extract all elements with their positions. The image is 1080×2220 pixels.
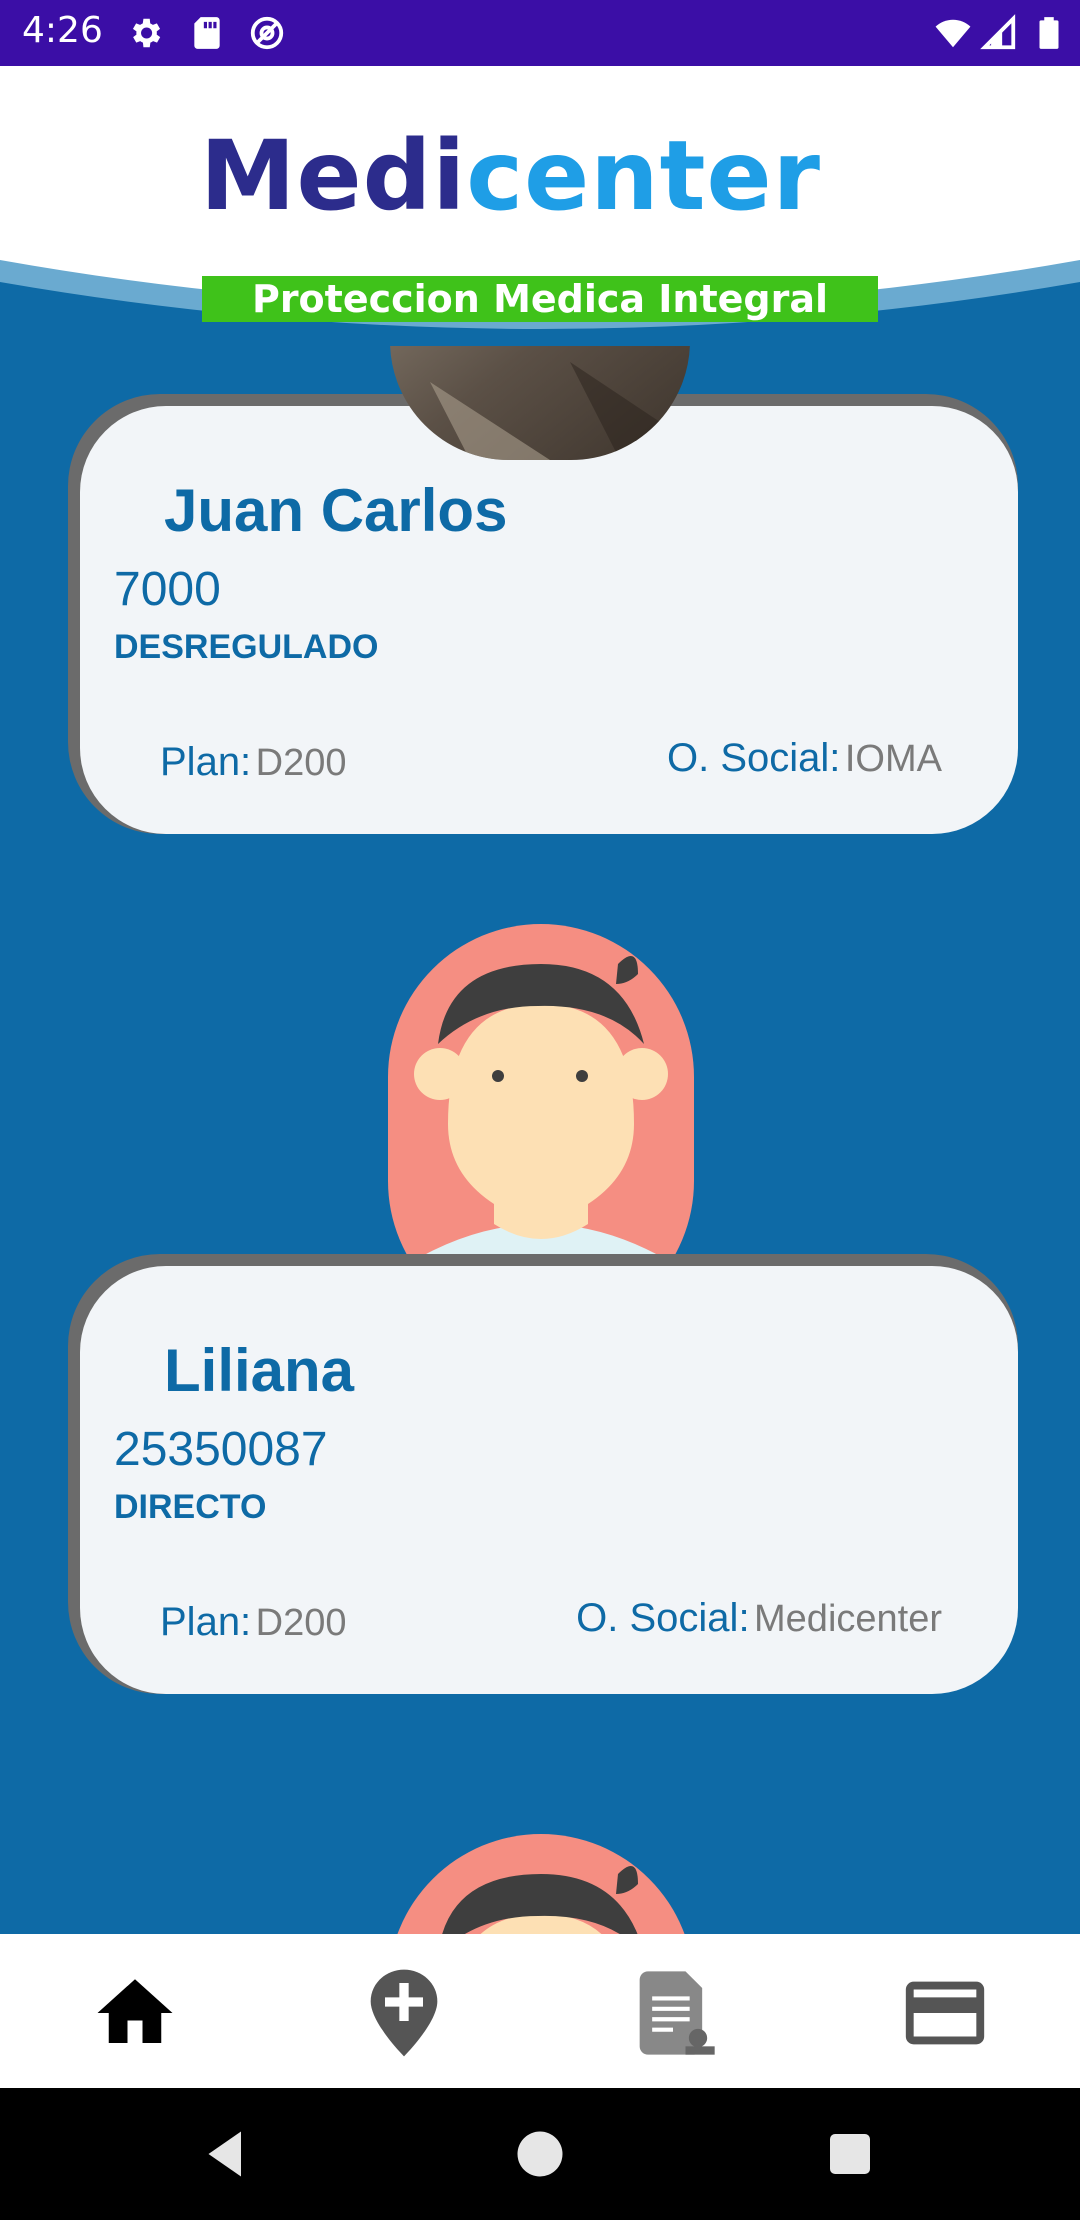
vpn-icon	[250, 16, 284, 50]
location-add-icon	[370, 1969, 438, 2057]
member-card[interactable]: Juan Carlos 7000 DESREGULADO Plan: D200 …	[68, 394, 1018, 834]
social-value: Medicenter	[754, 1598, 942, 1640]
credit-card-icon	[905, 1981, 985, 2045]
logo-title-center: center	[466, 120, 821, 232]
member-type: DESREGULADO	[114, 628, 379, 666]
wifi-icon	[935, 19, 971, 48]
medicenter-logo: Medicenter Proteccion Medica Integral	[200, 128, 880, 322]
member-name: Liliana	[164, 1337, 355, 1404]
status-bar: 4:26	[0, 0, 1080, 66]
document-icon	[639, 1971, 715, 2055]
member-name: Juan Carlos	[164, 477, 508, 544]
signal-icon	[980, 14, 1016, 50]
member-social: O. Social: Medicenter	[576, 1596, 942, 1641]
settings-icon	[132, 18, 161, 48]
system-navigation	[0, 2088, 1080, 2220]
home-icon	[97, 1979, 173, 2043]
plan-value: D200	[255, 1602, 347, 1644]
plan-value: D200	[255, 742, 347, 784]
member-plan: Plan: D200	[160, 740, 346, 785]
plan-label: Plan:	[160, 740, 252, 784]
recents-icon[interactable]	[820, 2124, 880, 2184]
social-label: O. Social:	[667, 736, 841, 780]
member-id: 25350087	[114, 1423, 328, 1476]
nav-home[interactable]	[80, 1958, 190, 2068]
plan-label: Plan:	[160, 1600, 252, 1644]
member-id: 7000	[114, 563, 221, 616]
member-card-body: Liliana 25350087 DIRECTO Plan: D200 O. S…	[80, 1266, 1018, 1694]
app-header: Medicenter Proteccion Medica Integral	[0, 66, 1080, 346]
sd-card-icon	[194, 17, 220, 49]
bottom-navigation	[0, 1934, 1080, 2088]
battery-icon	[1039, 17, 1059, 49]
back-icon[interactable]	[196, 2124, 256, 2184]
status-time: 4:26	[22, 10, 103, 51]
home-circle-icon[interactable]	[510, 2124, 570, 2184]
member-card-body: Juan Carlos 7000 DESREGULADO Plan: D200 …	[80, 406, 1018, 834]
logo-tagline: Proteccion Medica Integral	[202, 276, 878, 322]
members-list[interactable]: Juan Carlos 7000 DESREGULADO Plan: D200 …	[0, 346, 1080, 1934]
member-social: O. Social: IOMA	[667, 736, 942, 781]
member-type: DIRECTO	[114, 1488, 267, 1526]
logo-title-medi: Medi	[200, 120, 467, 232]
logo-title: Medicenter	[200, 128, 880, 224]
nav-card[interactable]	[890, 1958, 1000, 2068]
social-value: IOMA	[844, 738, 942, 780]
member-plan: Plan: D200	[160, 1600, 346, 1645]
social-label: O. Social:	[576, 1596, 750, 1640]
member-avatar	[388, 1834, 694, 1934]
nav-locations[interactable]	[349, 1958, 459, 2068]
nav-documents[interactable]	[618, 1958, 728, 2068]
member-card[interactable]: Liliana 25350087 DIRECTO Plan: D200 O. S…	[68, 1254, 1018, 1694]
